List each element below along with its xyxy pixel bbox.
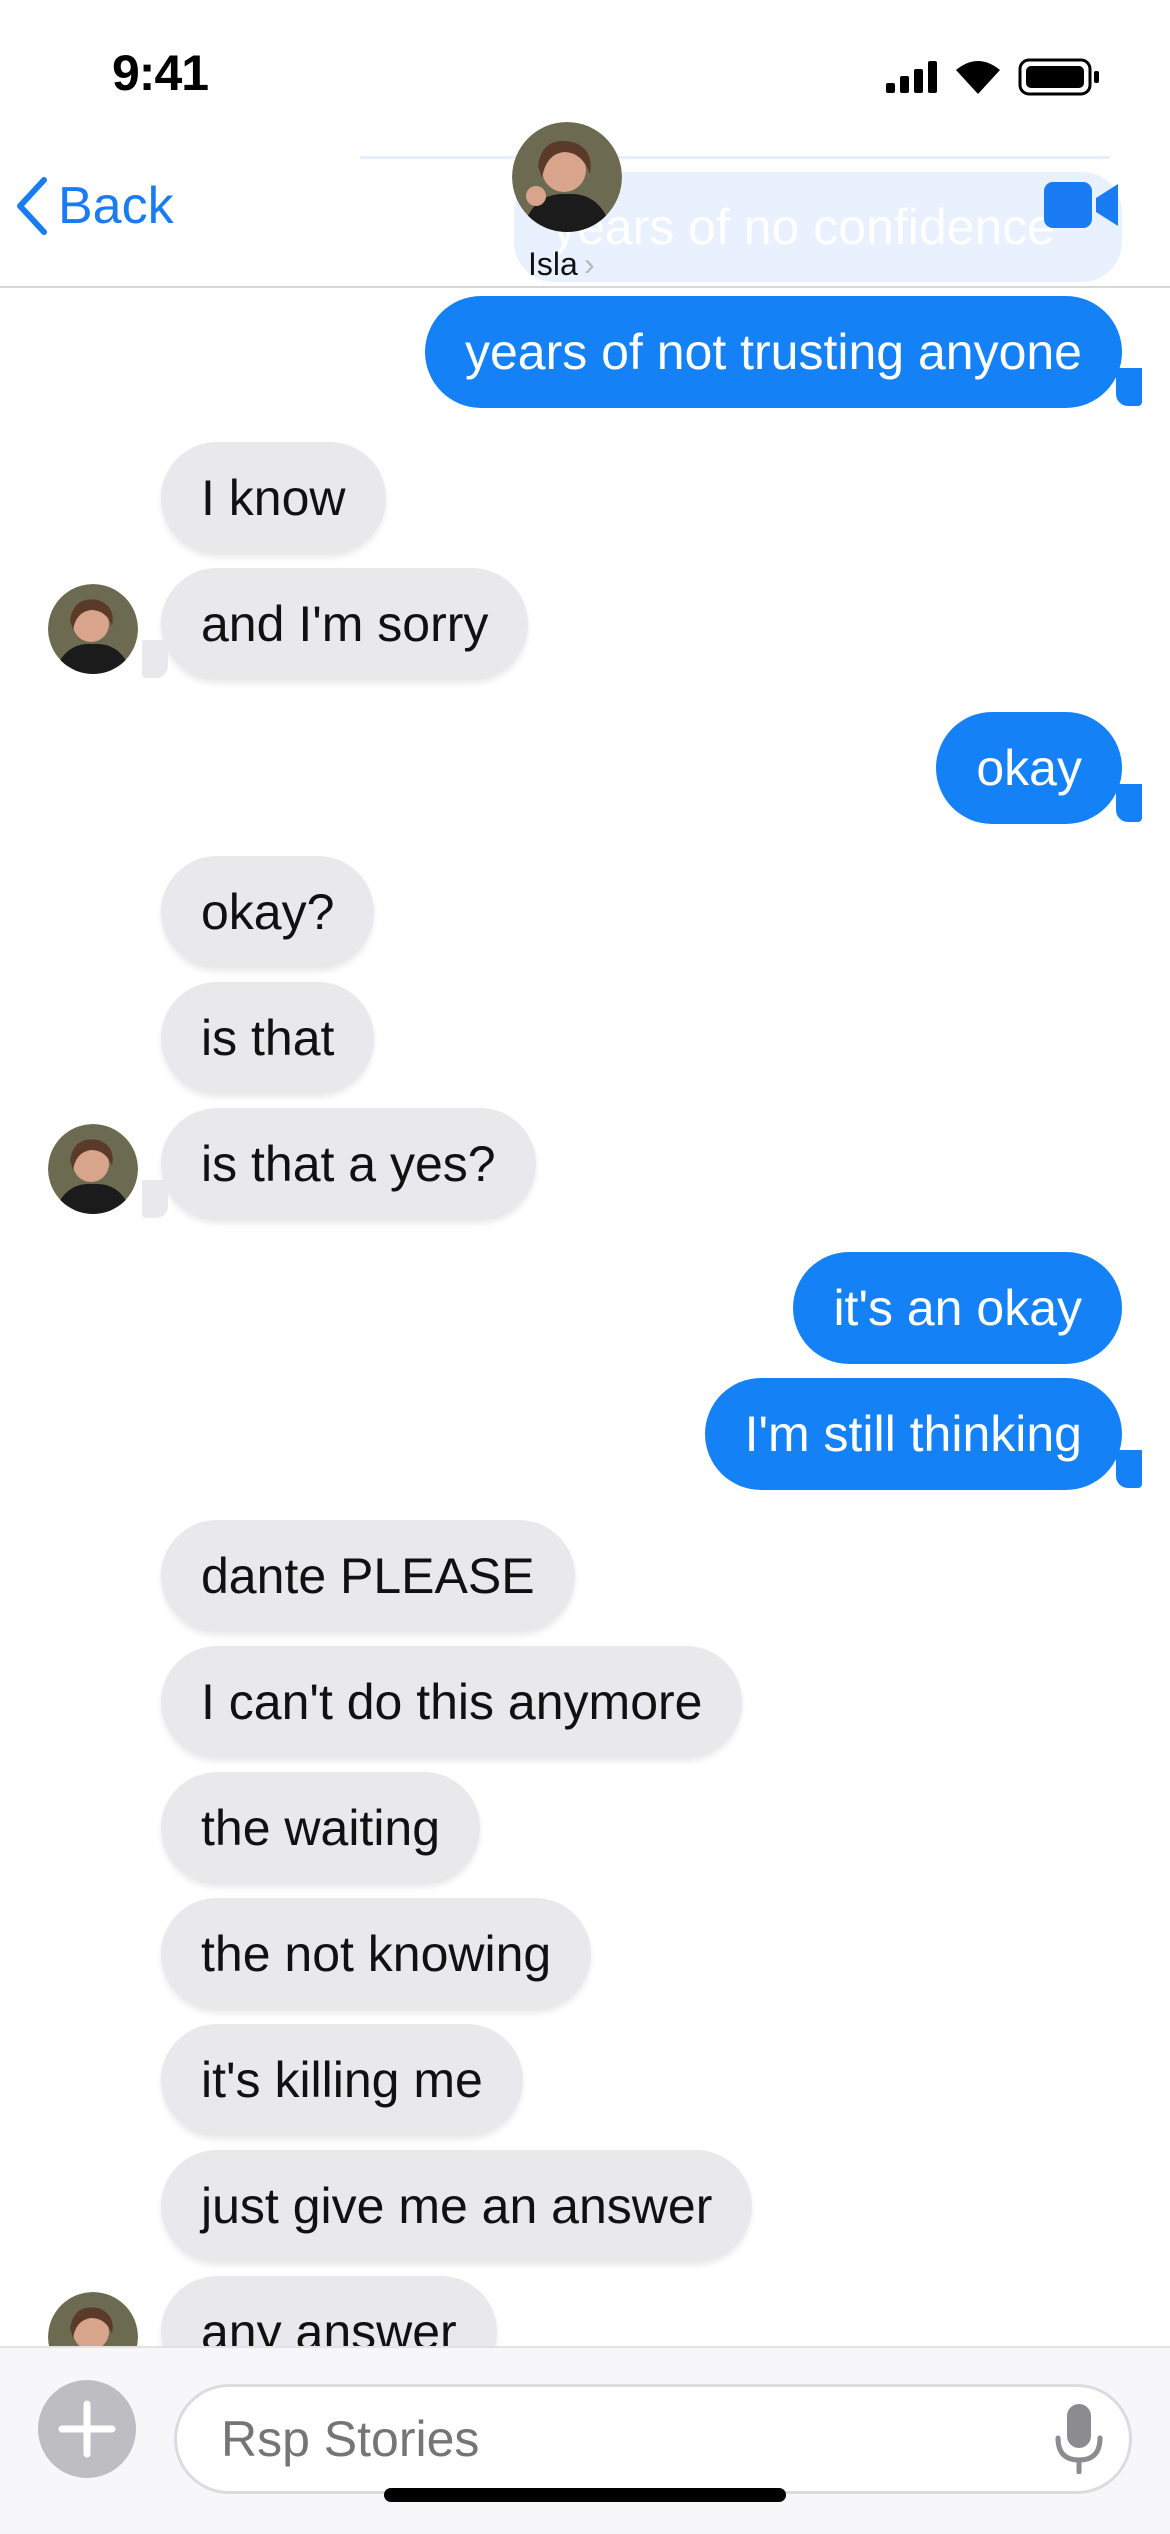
back-label: Back — [58, 177, 174, 235]
message-bubble-outgoing[interactable]: it's an okay — [793, 1252, 1122, 1364]
status-time: 9:41 — [112, 45, 209, 101]
bubble-tail — [1116, 784, 1142, 822]
message-bubble-outgoing[interactable]: years of not trusting anyone — [424, 296, 1122, 408]
message-bubble-incoming[interactable]: any answer — [161, 2276, 497, 2346]
message-bubble-incoming[interactable]: is that a yes? — [161, 1108, 536, 1220]
bubble-tail — [142, 640, 168, 678]
message-list[interactable]: years of not trusting anyone I know and … — [0, 288, 1170, 2346]
status-icons — [886, 58, 1100, 96]
message-bubble-incoming[interactable]: the waiting — [161, 1772, 481, 1884]
contact-avatar[interactable] — [512, 122, 622, 232]
microphone-icon[interactable] — [1054, 2404, 1104, 2474]
chevron-right-icon: › — [584, 246, 595, 282]
scrolled-content-edge — [360, 156, 1110, 159]
sender-avatar[interactable] — [48, 1124, 138, 1214]
wifi-icon — [956, 61, 1000, 94]
message-input[interactable] — [174, 2384, 1132, 2494]
video-call-icon[interactable] — [1044, 180, 1118, 230]
bubble-tail — [1116, 1450, 1142, 1488]
sender-avatar[interactable] — [48, 584, 138, 674]
message-bubble-outgoing[interactable]: okay — [936, 712, 1122, 824]
sender-avatar[interactable] — [48, 2292, 138, 2346]
plus-icon — [58, 2400, 116, 2458]
message-bubble-incoming[interactable]: dante PLEASE — [161, 1520, 575, 1632]
message-composer — [0, 2346, 1170, 2534]
message-bubble-incoming[interactable]: I know — [161, 442, 386, 554]
bubble-tail — [1116, 368, 1142, 406]
message-bubble-incoming[interactable]: it's killing me — [161, 2024, 523, 2136]
chevron-left-icon — [17, 177, 47, 235]
message-bubble-incoming[interactable]: is that — [161, 982, 375, 1094]
add-attachment-button[interactable] — [38, 2380, 136, 2478]
conversation-header: years of no confidence Back Isla › — [0, 122, 1170, 288]
message-bubble-incoming[interactable]: I can't do this anymore — [161, 1646, 743, 1758]
contact-name[interactable]: Isla — [528, 246, 578, 283]
back-button[interactable]: Back — [14, 176, 174, 236]
bubble-tail — [142, 1180, 168, 1218]
message-bubble-incoming[interactable]: and I'm sorry — [161, 568, 529, 680]
cellular-signal-icon — [886, 61, 937, 93]
battery-icon — [1018, 58, 1099, 96]
message-bubble-outgoing[interactable]: I'm still thinking — [704, 1378, 1122, 1490]
message-bubble-incoming[interactable]: the not knowing — [161, 1898, 592, 2010]
message-bubble-incoming[interactable]: okay? — [161, 856, 375, 968]
message-bubble-incoming[interactable]: just give me an answer — [161, 2150, 753, 2262]
home-indicator — [384, 2488, 786, 2502]
